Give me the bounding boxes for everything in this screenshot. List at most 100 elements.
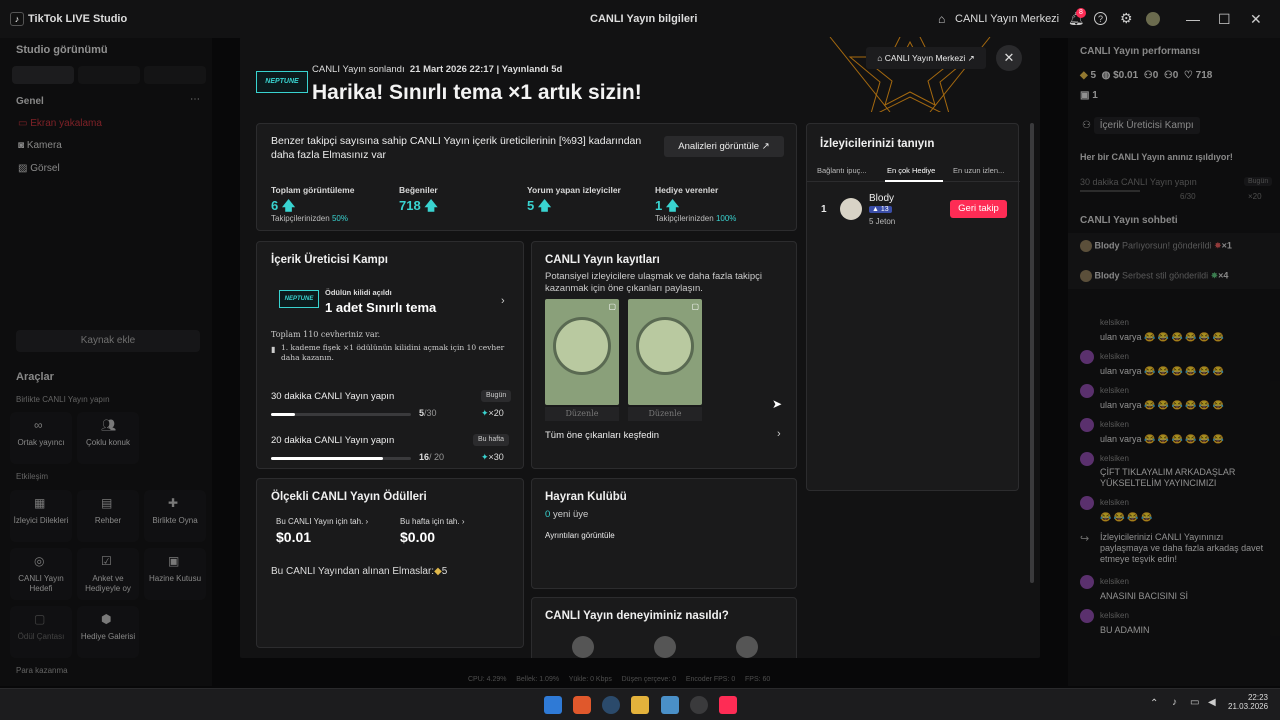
title-bar: ♪ TikTok LIVE Studio CANLI Yayın bilgile…	[0, 0, 1280, 38]
modal-scrollbar[interactable]	[1030, 123, 1034, 583]
home-icon: ⌂	[938, 12, 946, 26]
gem-icon: ▮	[271, 345, 276, 354]
ended-row: CANLI Yayın sonlandı 21 Mart 2026 22:17 …	[312, 64, 562, 75]
fanclub-count: 0	[545, 509, 551, 520]
camp-total: Toplam 110 cevheriniz var.	[271, 330, 381, 339]
headline: Harika! Sınırlı tema ×1 artık sizin!	[312, 81, 642, 104]
chevron-right-icon: ›	[501, 295, 505, 307]
mic-icon[interactable]: ♪	[1172, 697, 1177, 708]
highlight-thumbnail[interactable]: ▢	[545, 299, 619, 405]
task-progress-text: 16/ 20	[419, 452, 444, 462]
tab-top-gifts[interactable]: En çok Hediye	[887, 166, 935, 175]
stat-likes-label: Beğeniler	[399, 185, 438, 195]
neptune-badge: NEPTUNE	[256, 71, 308, 93]
summary-text: Benzer takipçi sayısına sahip CANLI Yayı…	[271, 135, 642, 161]
fan-club-card: Hayran Kulübü 0 yeni üye Ayrıntıları gör…	[531, 478, 797, 589]
task-badge: Bugün	[481, 390, 512, 402]
product-image	[636, 317, 694, 375]
viewer-rank: 1	[821, 204, 827, 215]
stat-commenters-value: 5	[527, 198, 535, 213]
volume-icon[interactable]: ◀	[1208, 697, 1216, 708]
edit-highlight-button[interactable]: Düzenle	[628, 407, 702, 421]
arrow-up-icon: 🡅	[665, 198, 680, 213]
tab-longest-watch[interactable]: En uzun izlen...	[953, 166, 1004, 175]
lock-icon: ▢	[608, 302, 616, 311]
tiktok-logo-icon: ♪	[10, 12, 24, 26]
app-name: TikTok LIVE Studio	[28, 13, 128, 25]
estimate-this-week[interactable]: Bu hafta için tah. ›	[400, 517, 464, 526]
maximize-icon[interactable]: ☐	[1218, 11, 1231, 28]
viewer-coins: 5 Jeton	[869, 217, 896, 226]
task-target: /30	[424, 408, 437, 418]
fanclub-title: Hayran Kulübü	[545, 491, 627, 503]
live-records-card: CANLI Yayın kayıtları Potansiyel izleyic…	[531, 241, 797, 469]
chevron-right-icon[interactable]: ›	[777, 428, 781, 440]
reward-unlocked: Ödülün kilidi açıldı	[325, 288, 392, 297]
diamonds-label: Bu CANLI Yayından alınan Elmaslar:	[271, 566, 435, 577]
firework-icon: ✦	[481, 452, 489, 462]
task-progress-text: 5/30	[419, 408, 437, 418]
tab-connection-tips[interactable]: Bağlantı ipuç...	[817, 166, 867, 175]
avatar[interactable]	[840, 198, 862, 220]
reward-row[interactable]: NEPTUNE Ödülün kilidi açıldı 1 adet Sını…	[271, 282, 511, 320]
live-center-link[interactable]: CANLI Yayın Merkezi	[955, 13, 1059, 25]
help-icon[interactable]: ?	[1094, 12, 1107, 25]
stat-sub-value: 100%	[715, 214, 737, 223]
stat-sub-prefix: Takipçilerinizden	[271, 214, 330, 223]
clock-date: 21.03.2026	[1228, 702, 1269, 711]
estimate-this-live[interactable]: Bu CANLI Yayın için tah. ›	[276, 517, 368, 526]
scaled-rewards-card: Ölçekli CANLI Yayın Ödülleri Bu CANLI Ya…	[256, 478, 524, 648]
rating-face-icon[interactable]	[572, 636, 594, 658]
live-info-title[interactable]: CANLI Yayın bilgileri	[590, 13, 697, 25]
minimize-icon[interactable]: —	[1186, 11, 1200, 27]
stat-gifters-label: Hediye verenler	[655, 185, 719, 195]
follow-back-button[interactable]: Geri takip	[950, 200, 1007, 218]
fanclub-details-link[interactable]: Ayrıntıları görüntüle	[545, 531, 615, 540]
task-reward: ✦×20	[481, 408, 504, 419]
network-icon[interactable]: ▭	[1190, 697, 1199, 708]
windows-start-icon[interactable]	[544, 696, 562, 714]
records-desc: Potansiyel izleyicilere ulaşmak ve daha …	[545, 271, 763, 294]
edit-highlight-button[interactable]: Düzenle	[545, 407, 619, 421]
file-explorer-icon[interactable]	[631, 696, 649, 714]
stat-sub-value: 50%	[331, 214, 348, 223]
highlight-thumbnail[interactable]: ▢	[628, 299, 702, 405]
viewers-title: İzleyicilerinizi tanıyın	[820, 138, 935, 150]
avatar[interactable]	[1146, 12, 1160, 26]
firework-icon: ✦	[481, 408, 489, 418]
rating-face-icon[interactable]	[736, 636, 758, 658]
ended-label: CANLI Yayın sonlandı	[312, 64, 405, 75]
viewers-tabs: Bağlantı ipuç... En çok Hediye En uzun i…	[807, 166, 1020, 182]
gear-icon[interactable]: ⚙	[1120, 10, 1133, 27]
experience-card: CANLI Yayın deneyiminiz nasıldı?	[531, 597, 797, 658]
stat-views-label: Toplam görüntüleme	[271, 185, 355, 195]
ended-date: 21 Mart 2026 22:17 | Yayınlandı 5d	[409, 64, 563, 75]
live-center-button[interactable]: ⌂ CANLI Yayın Merkezi ↗	[866, 47, 986, 69]
tray-chevron-icon[interactable]: ⌃	[1150, 698, 1158, 709]
notification-badge: 8	[1076, 8, 1086, 18]
task-badge: Bu hafta	[473, 434, 510, 446]
clock[interactable]: 22:23 21.03.2026	[1228, 693, 1268, 711]
close-window-icon[interactable]: ✕	[1250, 11, 1262, 28]
stat-views-sub: Takipçilerinizden 50%	[271, 214, 348, 223]
photos-icon[interactable]	[661, 696, 679, 714]
analytics-button[interactable]: Analizleri görüntüle ↗	[664, 136, 784, 157]
rating-face-icon[interactable]	[654, 636, 676, 658]
explore-highlights-link[interactable]: Tüm öne çıkanları keşfedin	[545, 430, 659, 441]
stat-commenters-label: Yorum yapan izleyiciler	[527, 185, 621, 195]
estimate-value: $0.00	[400, 529, 436, 545]
brave-browser-icon[interactable]	[573, 696, 591, 714]
estimate-label: Bu CANLI Yayın için tah.	[276, 517, 364, 526]
creator-camp-card: İçerik Üreticisi Kampı NEPTUNE Ödülün ki…	[256, 241, 524, 469]
estimate-label: Bu hafta için tah.	[400, 517, 460, 526]
task-name: 20 dakika CANLI Yayın yapın	[271, 435, 395, 446]
task-progress-fill	[271, 413, 295, 416]
camp-hint: 1. kademe fişek ×1 ödülünün kilidini açm…	[281, 343, 505, 362]
analytics-label: Analizleri görüntüle	[678, 141, 760, 152]
taskbar: ⌃ ♪ ▭ ◀ 22:23 21.03.2026	[0, 688, 1280, 720]
diamonds-value: 5	[441, 566, 448, 577]
close-icon[interactable]: ✕	[996, 45, 1022, 71]
tiktok-live-studio-icon[interactable]	[719, 696, 737, 714]
obs-icon[interactable]	[690, 696, 708, 714]
steam-icon[interactable]	[602, 696, 620, 714]
